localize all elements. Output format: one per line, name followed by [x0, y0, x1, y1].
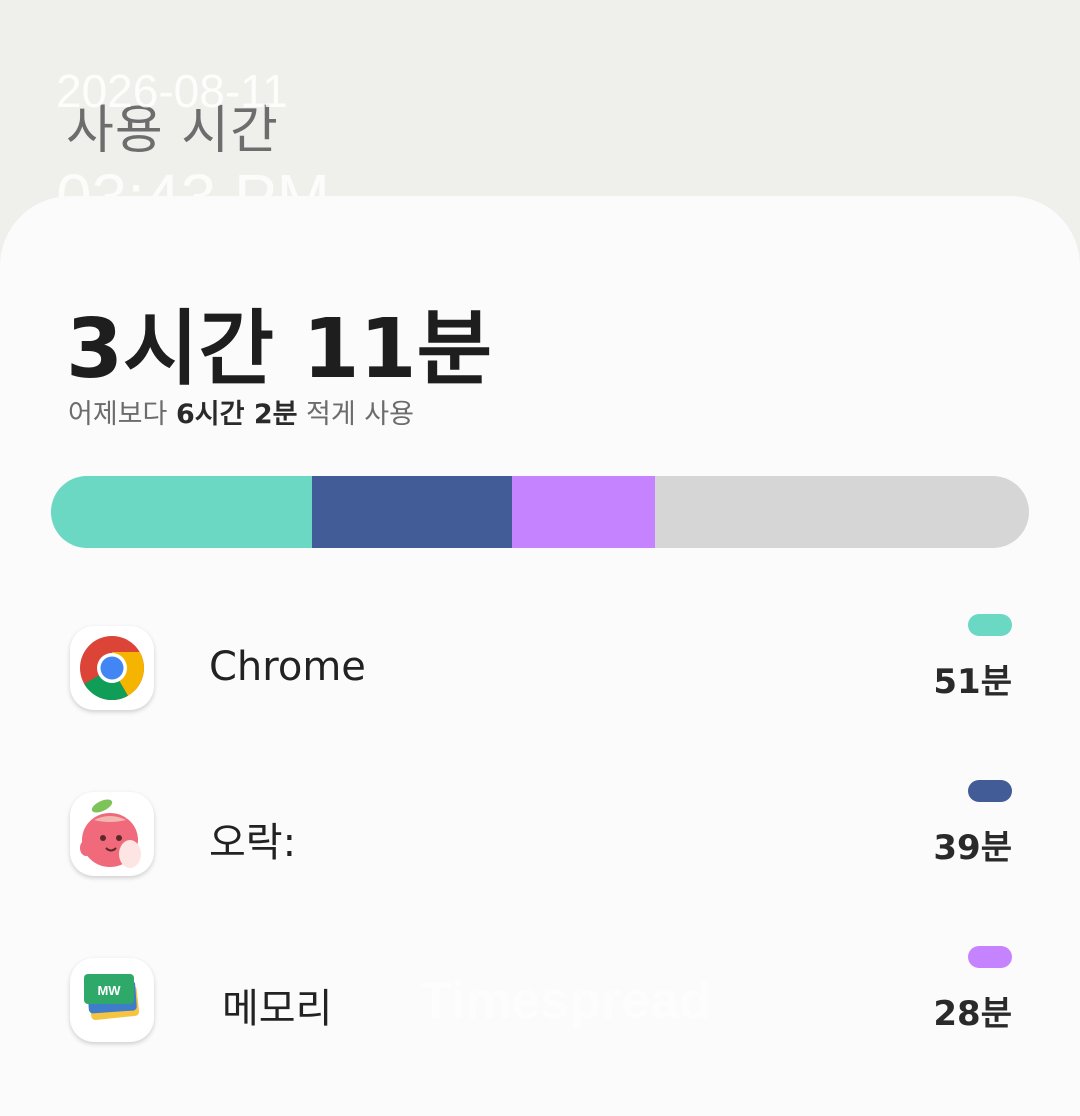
legend-swatch	[968, 946, 1012, 968]
comparison-suffix: 적게 사용	[297, 399, 414, 430]
orak-app-icon	[70, 792, 154, 876]
comparison-prefix: 어제보다	[68, 399, 176, 430]
usage-bar-segment-chrome	[51, 476, 313, 548]
usage-card: 3시간 11분 어제보다 6시간 2분 적게 사용 Chrome 51분 오락:…	[0, 196, 1080, 1116]
app-duration: 39분	[933, 828, 1012, 868]
usage-breakdown-bar	[51, 476, 1029, 548]
app-row-chrome[interactable]: Chrome 51분	[0, 614, 1080, 724]
usage-comparison: 어제보다 6시간 2분 적게 사용	[68, 392, 414, 431]
memory-card-app-icon: MW	[70, 958, 154, 1042]
usage-bar-segment-orak	[312, 476, 512, 548]
app-duration: 28분	[933, 994, 1012, 1034]
total-usage-time: 3시간 11분	[66, 302, 493, 397]
app-name: 오락:	[209, 820, 297, 866]
watermark: Timespread	[420, 972, 711, 1030]
legend-swatch	[968, 780, 1012, 802]
legend-swatch	[968, 614, 1012, 636]
app-name: 메모리	[222, 986, 333, 1032]
chrome-icon	[70, 626, 154, 710]
app-row-orak[interactable]: 오락: 39분	[0, 780, 1080, 890]
timestamp-date: 2026-08-11	[56, 65, 288, 117]
app-duration: 51분	[933, 662, 1012, 702]
memory-card-icon-label: MW	[97, 983, 121, 998]
comparison-amount: 6시간 2분	[175, 399, 298, 430]
app-name: Chrome	[209, 644, 366, 690]
usage-bar-segment-memory	[511, 476, 656, 548]
